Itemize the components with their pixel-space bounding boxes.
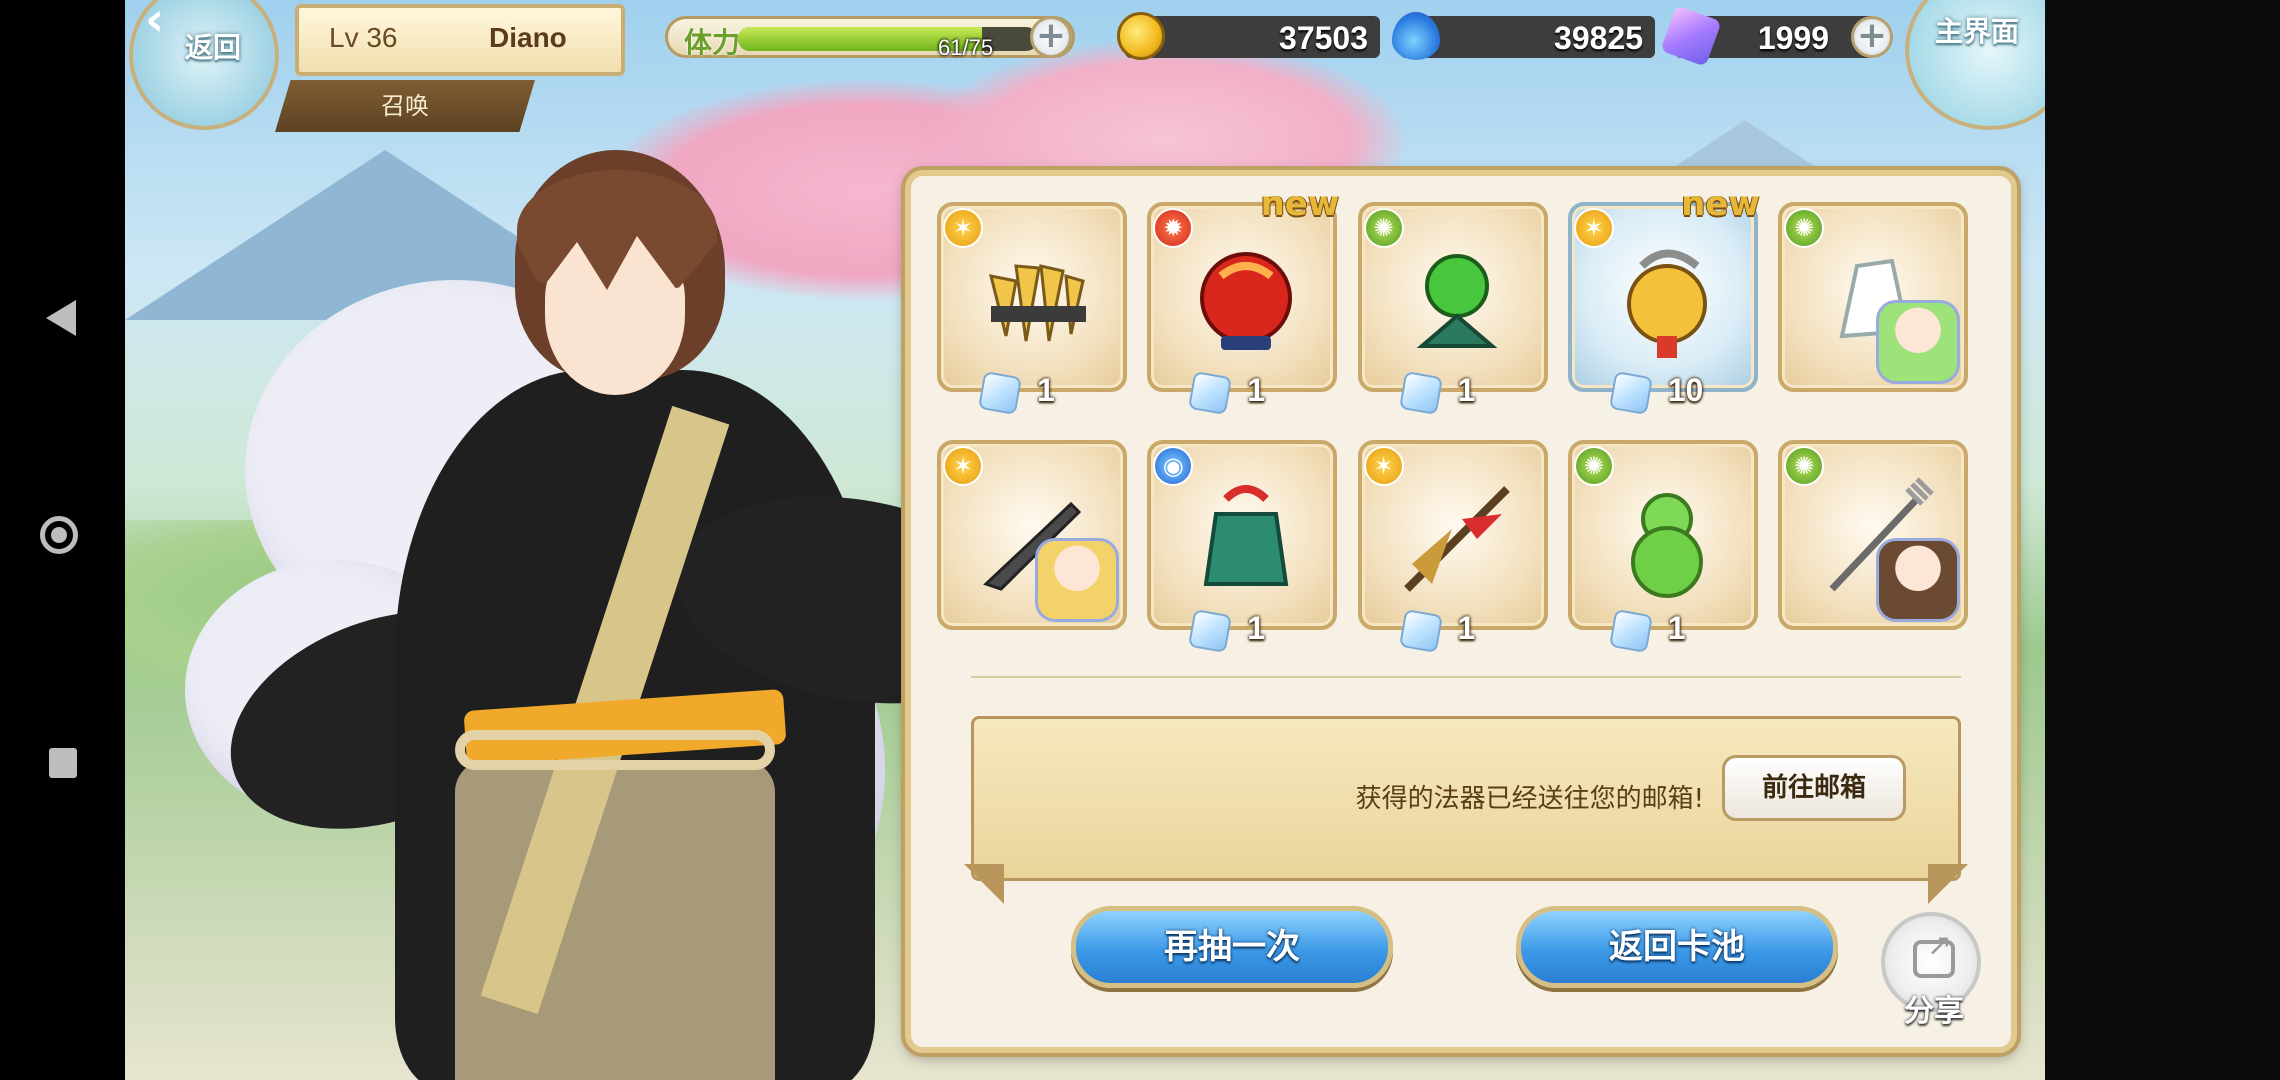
quantity-value: 1: [1457, 372, 1476, 408]
stamina-bar: 体力 61/75 +: [665, 16, 1075, 60]
main-menu-label[interactable]: 主界面: [1935, 10, 2019, 50]
quantity-value: 1: [1247, 610, 1266, 646]
screen-subtitle: 召唤: [381, 92, 429, 120]
game-viewport: ‹ 返回 Lv 36 Diano 召唤 体力 61/75 + 37503 398…: [125, 0, 2045, 1080]
red-orb-item[interactable]: ✹ new 1: [1147, 184, 1339, 416]
golden-bell-icon: [1602, 236, 1732, 366]
blue-flame-icon: [1392, 12, 1440, 60]
red-spear-item[interactable]: ✶ 1: [1357, 440, 1548, 654]
quantity-value: 1: [1037, 372, 1055, 408]
glove-portrait-item[interactable]: ✺: [1778, 202, 1968, 392]
green-orb-icon: [1392, 236, 1522, 366]
quantity-gem-icon: [1608, 370, 1653, 416]
quantity-value: 1: [1247, 372, 1266, 408]
gold-coin-icon: [1117, 12, 1165, 60]
character-portrait-icon: [1876, 300, 1960, 384]
character-rope: [455, 730, 775, 770]
screen-subtitle-tab: 召唤: [275, 80, 535, 132]
quantity-gem-icon: [1398, 608, 1443, 654]
golden-claw-icon: [971, 236, 1101, 366]
quantity-gem-icon: [1608, 608, 1653, 654]
new-badge: new: [1260, 184, 1340, 224]
nav-recents-icon[interactable]: [49, 748, 77, 778]
player-info-plate: Lv 36 Diano: [295, 4, 625, 76]
character-bangs: [517, 170, 717, 290]
summon-result-panel: ✶ 1 ✹ new 1 ✺ 1 ✶ new 10 ✺ ✶ ◉ 1 ✶ 1 ✺ 1 ✺ 获得的法器已经送往您的邮箱! …: [905, 170, 2017, 1053]
golden-bell-item[interactable]: ✶ new 10: [1567, 184, 1760, 416]
share-icon: [1913, 928, 1955, 978]
quantity-gem-icon: [1188, 370, 1233, 416]
trident-portrait-item[interactable]: ✺: [1778, 440, 1968, 630]
letterbox-right: [2045, 0, 2280, 1080]
player-level: Lv 36: [329, 22, 398, 53]
summoned-character-illustration: [200, 140, 1050, 1080]
back-label[interactable]: 返回: [185, 26, 241, 66]
gold-counter: 37503: [1117, 12, 1380, 60]
nav-back-icon[interactable]: [46, 300, 76, 336]
quantity-value: 10: [1667, 372, 1704, 408]
essence-value: 39825: [1554, 20, 1643, 56]
mail-notice-text: 获得的法器已经送往您的邮箱!: [1355, 784, 1704, 814]
crystal-value: 1999: [1757, 20, 1829, 56]
red-orb-icon: [1181, 236, 1311, 366]
stamina-value: 61/75: [938, 35, 994, 60]
return-to-pool-button[interactable]: 返回卡池: [1516, 906, 1838, 988]
green-gourd-icon: [1602, 474, 1732, 604]
mail-notice-scroll: 获得的法器已经送往您的邮箱! 前往邮箱: [971, 716, 1961, 881]
nav-home-icon[interactable]: [40, 516, 78, 554]
quantity-gem-icon: [977, 370, 1023, 416]
add-stamina-button[interactable]: +: [1030, 16, 1072, 58]
player-name: Diano: [489, 22, 567, 53]
share-label[interactable]: 分享: [1889, 986, 1979, 1030]
green-orb-item[interactable]: ✺ 1: [1357, 202, 1548, 416]
go-to-mailbox-button[interactable]: 前往邮箱: [1722, 755, 1906, 821]
green-bell-item[interactable]: ◉ 1: [1147, 440, 1338, 654]
quantity-value: 1: [1667, 610, 1686, 646]
add-crystal-button[interactable]: +: [1851, 16, 1893, 58]
gold-value: 37503: [1279, 20, 1368, 56]
quantity-gem-icon: [1398, 370, 1443, 416]
panel-divider: [971, 676, 1961, 678]
green-bell-icon: [1181, 474, 1311, 604]
character-portrait-icon: [1035, 538, 1119, 622]
green-gourd-item[interactable]: ✺ 1: [1567, 440, 1758, 654]
crystal-counter: 1999 +: [1660, 5, 1893, 67]
stamina-label: 体力: [684, 26, 741, 59]
new-badge: new: [1681, 184, 1760, 224]
character-portrait-icon: [1876, 538, 1960, 622]
android-nav-bar: [0, 0, 125, 1080]
red-spear-icon: [1392, 474, 1522, 604]
knife-portrait-item[interactable]: ✶: [937, 440, 1127, 630]
character-lower-robe: [455, 760, 775, 1080]
golden-claw-item[interactable]: ✶ 1: [937, 202, 1127, 416]
quantity-gem-icon: [1188, 608, 1233, 654]
essence-counter: 39825: [1392, 12, 1655, 60]
quantity-value: 1: [1457, 610, 1476, 646]
crystal-icon: [1660, 5, 1722, 67]
draw-again-button[interactable]: 再抽一次: [1071, 906, 1393, 988]
